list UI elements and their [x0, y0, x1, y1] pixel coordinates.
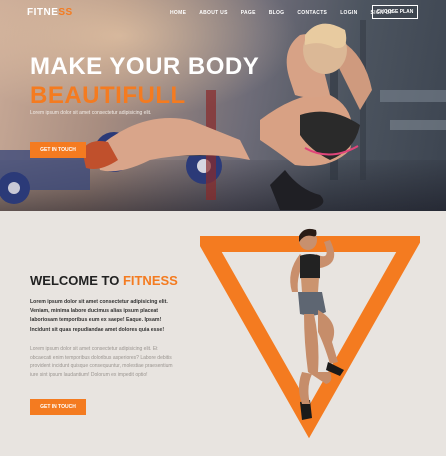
model-shorts [298, 292, 326, 316]
nav-link-home[interactable]: HOME [170, 10, 186, 16]
woman-shorts [270, 170, 324, 210]
nav-link-about-us[interactable]: ABOUT US [199, 10, 228, 16]
site-logo[interactable]: FITNESS [27, 7, 73, 18]
hero-banner: FITNESS HOME ABOUT US PAGE BLOG CONTACTS… [0, 0, 446, 211]
model-leg [299, 372, 312, 404]
gym-bench [390, 120, 446, 130]
welcome-heading-main: WELCOME TO [30, 273, 123, 288]
top-navbar: FITNESS HOME ABOUT US PAGE BLOG CONTACTS… [0, 0, 446, 24]
about-bold-paragraph: Lorem ipsum dolor sit amet consectetur a… [30, 299, 168, 333]
about-light-paragraph: Lorem ipsum dolor sit amet consectetur a… [30, 346, 173, 378]
nav-link-contacts[interactable]: CONTACTS [297, 10, 327, 16]
welcome-heading: WELCOME TO FITNESS [30, 273, 178, 288]
fitness-model-image [200, 228, 420, 439]
welcome-heading-accent: FITNESS [122, 273, 178, 288]
nav-link-login[interactable]: LOGIN [340, 10, 357, 16]
woman-legs [95, 118, 250, 172]
machine-disc [8, 182, 20, 194]
hero-title-line-1: MAKE YOUR BODY [30, 53, 260, 80]
hero-title-line-2: BEAUTIFULL [30, 82, 186, 109]
model-belly [301, 278, 319, 292]
hero-get-in-touch-button[interactable]: GET IN TOUCH [30, 142, 86, 158]
nav-link-blog[interactable]: BLOG [269, 10, 285, 16]
hero-subtitle: Lorem ipsum dolor sit amet consectetur a… [30, 110, 152, 116]
nav-menu: HOME ABOUT US PAGE BLOG CONTACTS LOGIN S… [170, 10, 406, 16]
gym-bench [380, 90, 446, 102]
model-top [300, 254, 320, 280]
logo-text-accent: SS [58, 7, 73, 18]
model-leg [318, 310, 338, 364]
nav-link-page[interactable]: PAGE [241, 10, 256, 16]
logo-text-main: FITNE [27, 7, 59, 18]
choose-plan-button[interactable]: CHOOSE PLAN [372, 5, 418, 19]
about-get-in-touch-button[interactable]: GET IN TOUCH [30, 399, 86, 415]
